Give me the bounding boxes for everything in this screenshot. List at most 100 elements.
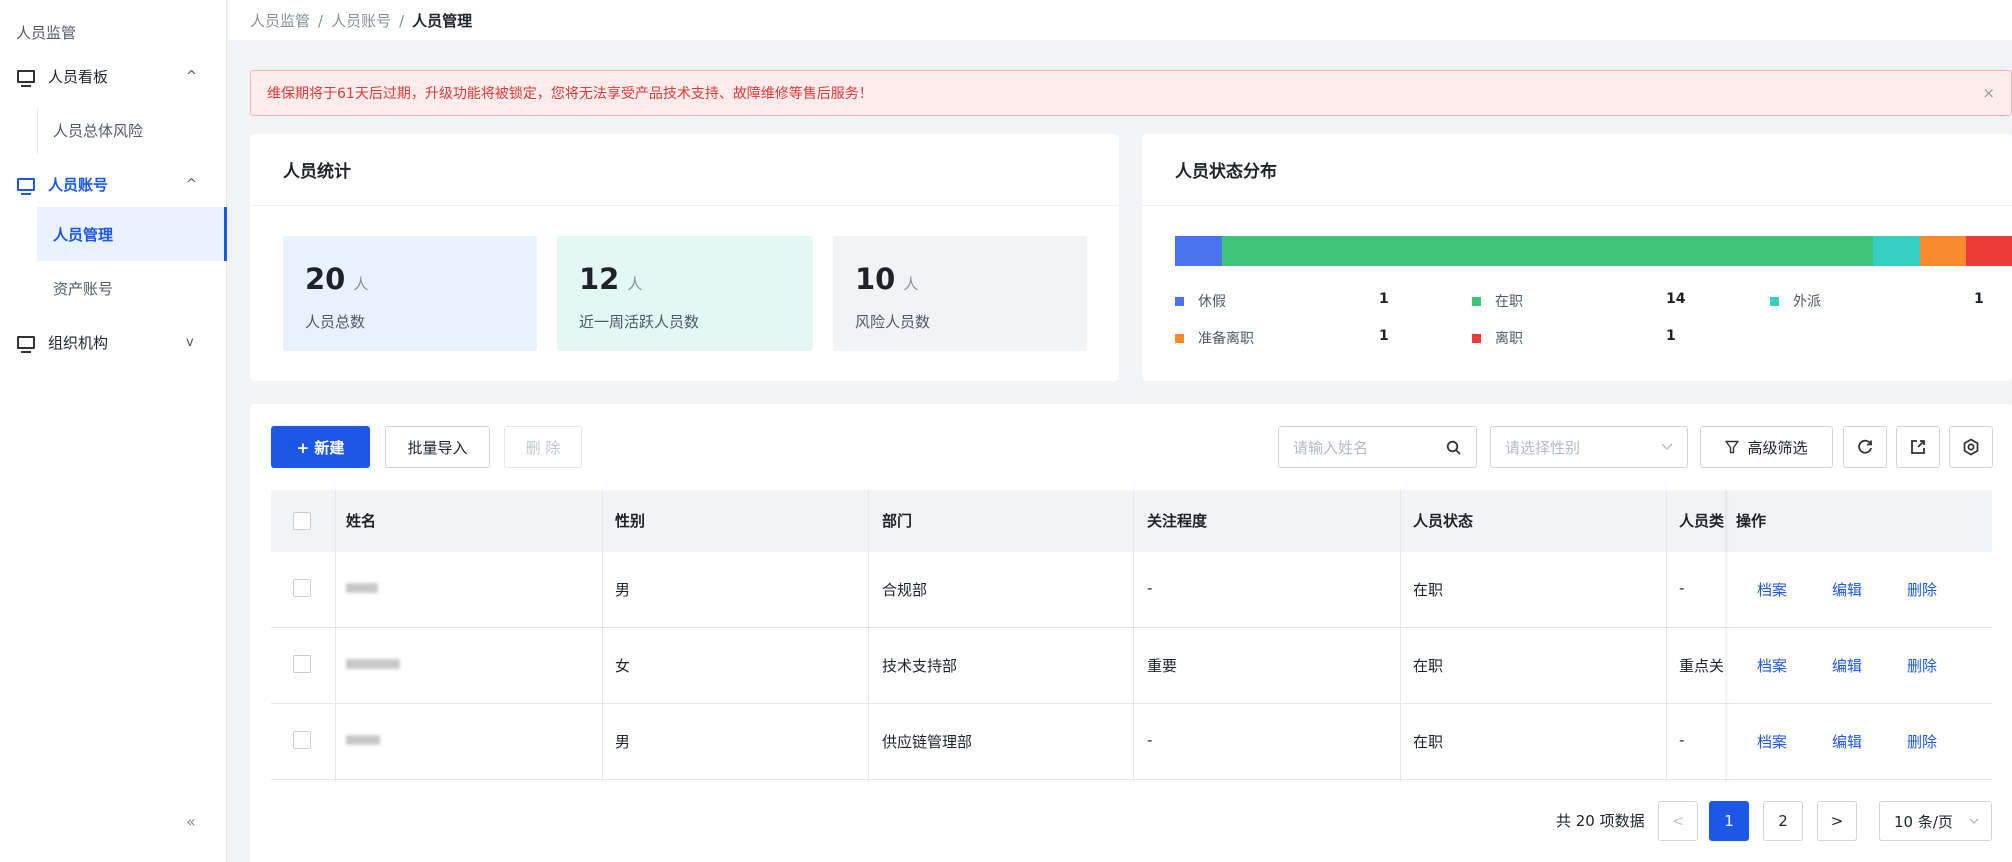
status-stacked-bar: [1175, 236, 2012, 266]
sidebar-title: 人员监管: [16, 24, 77, 42]
status-bar-segment: [1919, 236, 1967, 266]
cell-type: -: [1679, 579, 1685, 597]
table-row: 男 供应链管理部 - 在职 - 档案 编辑 删除: [271, 704, 1992, 780]
cell-name-masked: [346, 731, 380, 749]
legend-item-leaving-soon: 准备离职: [1175, 328, 1254, 348]
legend-value: 1: [1666, 328, 1676, 344]
edit-link[interactable]: 编辑: [1832, 579, 1862, 600]
settings-button[interactable]: [1949, 426, 1993, 468]
chevron-down-icon: [1661, 443, 1673, 450]
column-header-gender[interactable]: 性别: [615, 510, 645, 531]
table-header: 姓名 性别 部门 关注程度 人员状态 人员类 操作: [271, 490, 1992, 552]
chevron-down-icon: v: [186, 335, 194, 350]
column-header-actions: 操作: [1736, 512, 1767, 530]
legend-value: 14: [1666, 291, 1686, 307]
cell-attention: 重要: [1147, 657, 1178, 675]
next-page-button[interactable]: >: [1817, 801, 1857, 841]
table-row-partial: [271, 780, 1992, 784]
page-size-label: 10 条/页: [1894, 812, 1953, 831]
sidebar-group-dashboard[interactable]: 人员看板 ^: [0, 49, 227, 103]
advanced-filter-label: 高级筛选: [1747, 438, 1808, 457]
breadcrumb-item[interactable]: 人员账号: [331, 12, 391, 30]
pagination-total: 共 20 项数据: [1556, 812, 1645, 830]
filter-icon: [1725, 440, 1740, 454]
archive-link[interactable]: 档案: [1757, 655, 1787, 676]
delete-link[interactable]: 删除: [1907, 731, 1937, 752]
stat-caption: 人员总数: [305, 313, 366, 331]
name-search-input[interactable]: 请输入姓名: [1278, 426, 1477, 468]
stat-caption: 风险人员数: [855, 313, 931, 331]
chevron-up-icon: ^: [186, 69, 197, 84]
table-row: 男 合规部 - 在职 - 档案 编辑 删除: [271, 552, 1992, 628]
edit-link[interactable]: 编辑: [1832, 731, 1862, 752]
legend-swatch: [1472, 296, 1481, 306]
stat-tile-active: 12 人 近一周活跃人员数: [557, 236, 813, 351]
legend-value: 1: [1379, 328, 1389, 344]
delete-link[interactable]: 删除: [1907, 579, 1937, 600]
search-icon[interactable]: [1446, 440, 1462, 456]
collapse-sidebar-icon[interactable]: «: [186, 812, 196, 831]
sidebar-group-label: 人员看板: [48, 67, 109, 86]
stat-value: 20 人: [305, 262, 369, 296]
column-divider: [1400, 490, 1401, 782]
cell-status: 在职: [1413, 581, 1444, 599]
cell-department: 供应链管理部: [882, 733, 973, 751]
status-bar-segment: [1873, 236, 1920, 266]
status-bar-segment: [1175, 236, 1222, 266]
gender-select[interactable]: 请选择性别: [1490, 426, 1688, 468]
legend-swatch: [1175, 296, 1184, 306]
export-button[interactable]: [1896, 426, 1940, 468]
legend-item-vacation: 休假: [1175, 291, 1226, 311]
delete-button[interactable]: 删 除: [504, 426, 582, 468]
cell-gender: 男: [615, 733, 631, 751]
chevron-up-icon: ^: [186, 177, 197, 192]
close-icon[interactable]: ×: [1982, 84, 1995, 102]
cell-gender: 男: [615, 581, 631, 599]
column-header-attention[interactable]: 关注程度: [1147, 510, 1207, 531]
archive-link[interactable]: 档案: [1757, 579, 1787, 600]
advanced-filter-button[interactable]: 高级筛选: [1700, 426, 1833, 468]
select-all-checkbox[interactable]: [293, 512, 311, 530]
column-divider: [602, 490, 603, 782]
column-header-type[interactable]: 人员类: [1679, 510, 1724, 531]
status-bar-segment: [1966, 236, 2012, 266]
delete-link[interactable]: 删除: [1907, 655, 1937, 676]
sidebar-group-label: 组织机构: [48, 333, 109, 352]
column-divider: [1133, 490, 1134, 782]
sidebar-group-organization[interactable]: 组织机构 v: [0, 315, 227, 369]
sidebar-item-overall-risk[interactable]: 人员总体风险: [0, 103, 227, 157]
column-header-status[interactable]: 人员状态: [1413, 510, 1473, 531]
legend-item-dispatched: 外派: [1770, 291, 1821, 311]
archive-link[interactable]: 档案: [1757, 731, 1787, 752]
row-checkbox[interactable]: [293, 579, 311, 597]
fixed-column-shadow: [1725, 490, 1729, 782]
monitor-icon: [17, 177, 35, 195]
legend-value: 1: [1974, 291, 1984, 307]
legend-value: 1: [1379, 291, 1389, 307]
new-button[interactable]: + 新建: [271, 426, 370, 468]
sidebar-group-accounts[interactable]: 人员账号 ^: [0, 157, 227, 211]
page-1-button[interactable]: 1: [1709, 801, 1749, 841]
gear-icon: [1963, 438, 1979, 456]
column-header-name[interactable]: 姓名: [346, 510, 376, 531]
refresh-button[interactable]: [1843, 426, 1887, 468]
search-placeholder: 请输入姓名: [1293, 438, 1369, 457]
status-distribution-card: 人员状态分布 休假 1 在职 14 外派 1 准备离职 1 离职 1: [1142, 134, 2012, 381]
breadcrumb-separator: /: [318, 12, 324, 30]
row-checkbox[interactable]: [293, 655, 311, 673]
monitor-icon: [17, 335, 35, 353]
batch-import-button[interactable]: 批量导入: [385, 426, 490, 468]
edit-link[interactable]: 编辑: [1832, 655, 1862, 676]
cell-type: -: [1679, 731, 1685, 749]
breadcrumb-item[interactable]: 人员监管: [250, 12, 310, 30]
legend-swatch: [1770, 296, 1779, 306]
row-checkbox[interactable]: [293, 731, 311, 749]
cell-attention: -: [1147, 579, 1153, 597]
prev-page-button[interactable]: <: [1658, 801, 1698, 841]
sidebar-item-asset-accounts[interactable]: 资产账号: [0, 261, 227, 315]
sidebar-item-personnel-management[interactable]: 人员管理: [37, 207, 227, 261]
page-2-button[interactable]: 2: [1763, 801, 1803, 841]
column-divider: [1666, 490, 1667, 782]
page-size-select[interactable]: 10 条/页: [1879, 801, 1992, 841]
column-header-department[interactable]: 部门: [882, 510, 912, 531]
